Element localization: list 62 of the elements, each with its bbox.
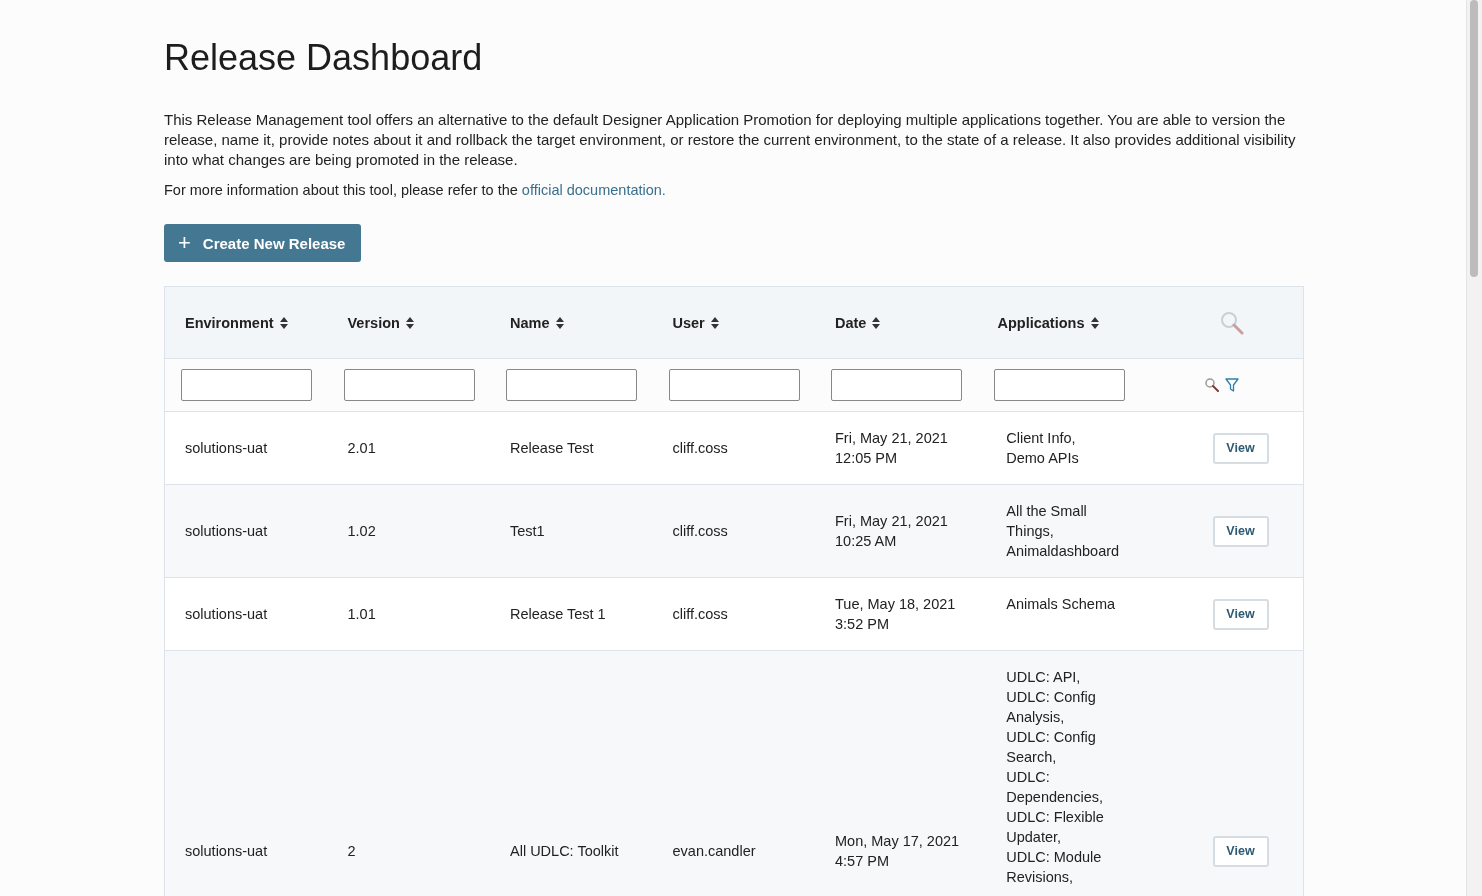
view-button[interactable]: View [1212,835,1269,867]
application-name: All the Small Things, [1006,502,1088,541]
column-header[interactable]: User [672,314,719,331]
view-button[interactable]: View [1212,432,1269,464]
intro-paragraph: This Release Management tool offers an alternative to the default Designer Application Promotion for deploying multiple applications together. You are able to version the release, name it, provide notes about it and rollback the target environment, or restore the current environment, to the state of a release. It also provides additional visibility into what changes are being promoted in the release. [164,110,1297,170]
column-header[interactable]: Applications [997,314,1099,331]
column-header[interactable]: Version [347,314,414,331]
application-name: Animals Schema [1006,595,1117,614]
table-cell-text: solutions-uat [185,842,268,861]
filter-field[interactable] [831,369,962,401]
sort-icon [1090,316,1099,329]
application-name: UDLC: Config Search, [1006,728,1097,767]
application-name: UDLC: Module Revisions, [1006,848,1103,887]
view-button[interactable]: View [1212,515,1269,547]
application-name: UDLC: Config Analysis, [1006,688,1097,727]
filter-icon[interactable] [1224,378,1239,392]
create-release-button[interactable]: + Create New Release [164,224,362,262]
sort-icon [555,316,564,329]
view-button[interactable]: View [1212,598,1269,630]
application-name: UDLC: Flexible Updater, [1006,808,1105,847]
application-name: Animaldashboard [1006,542,1121,561]
table-cell-text: cliff.coss [672,439,728,458]
table-cell-text: Release Test 1 [510,605,606,624]
filter-field[interactable] [181,369,312,401]
application-name: Client Info, [1006,429,1077,448]
filter-field[interactable] [343,369,475,401]
column-header[interactable]: Date [835,314,881,331]
table-cell-text: All UDLC: Toolkit [510,842,619,861]
table-cell-text: solutions-uat [185,439,268,458]
table-cell-text: 1.02 [347,522,376,541]
documentation-link[interactable]: official documentation. [521,182,666,198]
info-sentence: For more information about this tool, please refer to the official documentation. [164,181,666,200]
application-name: UDLC: Dependencies, [1006,768,1104,807]
table-cell-text: evan.candler [672,842,756,861]
sort-icon [710,316,719,329]
table-cell-text: Release Test [510,439,594,458]
column-header[interactable]: Name [510,314,564,331]
table-cell-text: Fri, May 21, 2021 12:05 PM [835,429,948,468]
filter-field[interactable] [668,369,800,401]
filter-field[interactable] [506,369,637,401]
table-cell-text: 1.01 [347,605,376,624]
filter-field[interactable] [993,369,1125,401]
search-icon[interactable] [1204,378,1219,392]
table-cell-text: 2 [347,842,356,861]
table-cell-text: solutions-uat [185,605,268,624]
table-cell-text: 2.01 [347,439,376,458]
application-name: Demo APIs [1006,449,1080,468]
table-cell-text: Test1 [510,522,545,541]
table-cell-text: Fri, May 21, 2021 10:25 AM [835,512,948,551]
page-title: Release Dashboard [164,36,483,80]
sort-icon [872,316,881,329]
column-header[interactable]: Environment [185,314,288,331]
table-cell-text: cliff.coss [672,522,728,541]
table-cell-text: Mon, May 17, 2021 4:57 PM [835,832,960,871]
scrollbar-thumb[interactable] [1470,0,1478,277]
table-cell-text: cliff.coss [672,605,728,624]
application-name: UDLC: API, [1006,668,1082,687]
sort-icon [405,316,414,329]
table-cell-text: solutions-uat [185,522,268,541]
scrollbar[interactable] [1466,0,1482,896]
sort-icon [279,316,288,329]
table-cell-text: Tue, May 18, 2021 3:52 PM [835,595,956,634]
